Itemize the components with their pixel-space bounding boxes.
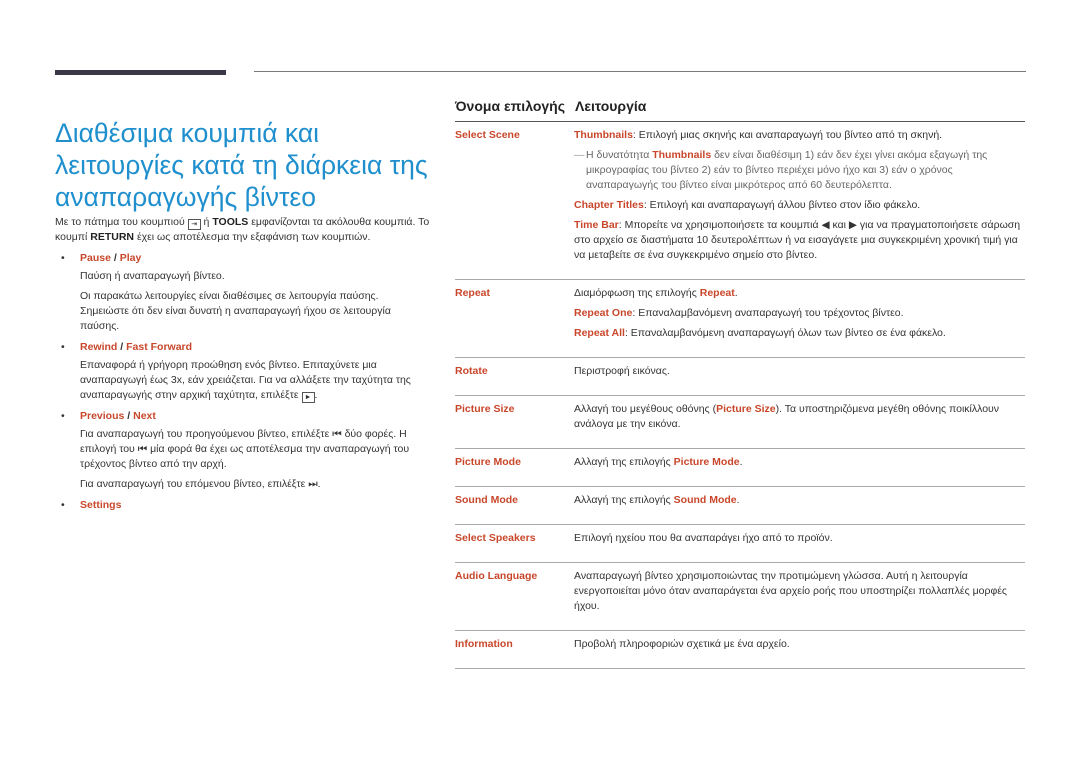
table-row-picture-mode: Picture Mode Αλλαγή της επιλογής Picture…: [455, 449, 1025, 487]
table-row-rotate: Rotate Περιστροφή εικόνας.: [455, 358, 1025, 396]
table-row-information: Information Προβολή πληροφοριών σχετικά …: [455, 631, 1025, 669]
header-rule: [254, 71, 1026, 72]
table-row-audio-language: Audio Language Αναπαραγωγή βίντεο χρησιμ…: [455, 563, 1025, 631]
bullet-settings: • Settings: [61, 499, 122, 511]
bullet-previous-next: • Previous / Next Για αναπαραγωγή του πρ…: [61, 410, 410, 490]
bullet-dot: •: [61, 499, 65, 511]
tools-icon: ⇥: [187, 219, 201, 230]
note: — Η δυνατότητα Thumbnails δεν είναι διαθέ…: [574, 149, 988, 191]
page-title: Διαθέσιμα κουμπιά και λειτουργίες κατά τ…: [55, 117, 428, 212]
note-icon: —: [574, 149, 585, 161]
right-arrow-icon: ▶: [848, 219, 857, 231]
column-header-function: Λειτουργία: [575, 98, 647, 114]
bullet-pause-play: • Pause / Play Παύση ή αναπαραγωγή βίντε…: [61, 252, 391, 332]
left-column: Με το πάτημα του κουμπιού ⇥ ή TOOLS εμφα…: [55, 215, 430, 513]
table-row-picture-size: Picture Size Αλλαγή του μεγέθους οθόνης …: [455, 396, 1025, 449]
bullet-dot: •: [61, 410, 65, 422]
left-arrow-icon: ◀: [821, 219, 830, 231]
table-row-sound-mode: Sound Mode Αλλαγή της επιλογής Sound Mod…: [455, 487, 1025, 525]
next-icon: ⏭: [308, 478, 318, 490]
intro-paragraph: Με το πάτημα του κουμπιού ⇥ ή TOOLS εμφα…: [55, 216, 430, 243]
bullet-dot: •: [61, 341, 65, 353]
bullet-rewind-ff: • Rewind / Fast Forward Επαναφορά ή γρήγ…: [61, 341, 411, 403]
previous-icon: ⏮: [137, 443, 148, 455]
table-row-repeat: Repeat Διαμόρφωση της επιλογής Repeat. R…: [455, 280, 1025, 358]
previous-icon: ⏮: [332, 428, 342, 440]
bullet-dot: •: [61, 252, 65, 264]
header-accent-bar: [55, 70, 226, 75]
table-row-select-scene: Select Scene Thumbnails: Επιλογή μιας σκ…: [455, 122, 1025, 280]
play-icon: ►: [301, 392, 315, 403]
table-row-select-speakers: Select Speakers Επιλογή ηχείου που θα αν…: [455, 525, 1025, 563]
options-table: Όνομα επιλογής Λειτουργία Select Scene T…: [455, 98, 1025, 669]
table-header: Όνομα επιλογής Λειτουργία: [455, 98, 1025, 122]
column-header-name: Όνομα επιλογής: [455, 98, 565, 114]
